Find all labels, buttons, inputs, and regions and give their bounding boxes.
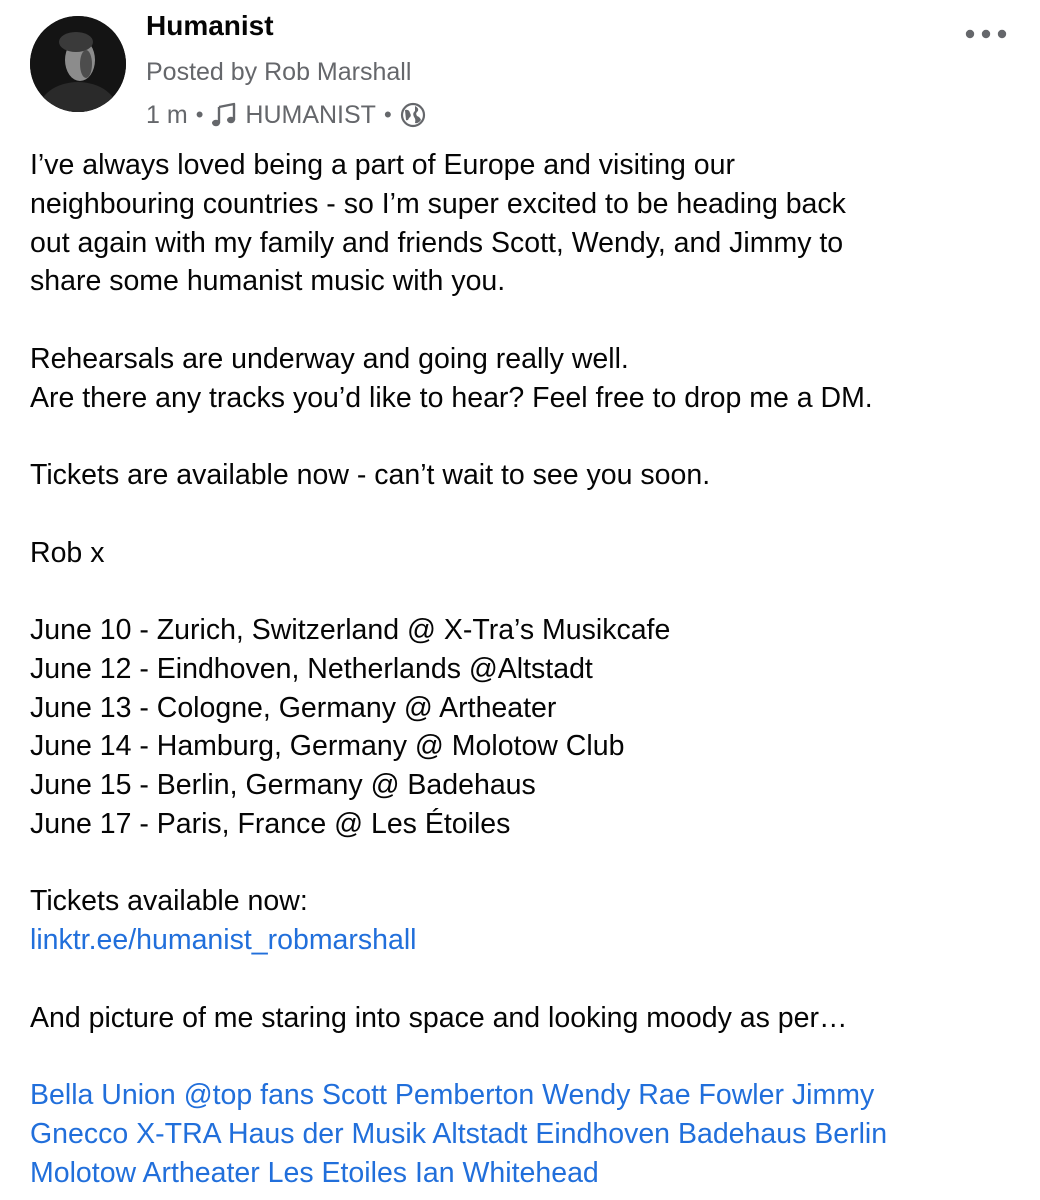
profile-photo <box>30 16 126 112</box>
tag-line: Gnecco X-TRA Haus der Musik Altstadt Ein… <box>30 1115 1030 1154</box>
tag-line: Bella Union @top fans Scott Pemberton We… <box>30 1076 1030 1115</box>
post-meta: 1 m • HUMANIST • <box>146 99 426 131</box>
text-line: neighbouring countries - so I’m super ex… <box>30 187 846 220</box>
tag-line: Molotow Artheater Les Etoiles Ian Whiteh… <box>30 1154 1030 1193</box>
avatar[interactable] <box>30 16 126 112</box>
meta-separator: • <box>195 102 204 127</box>
picture-note: And picture of me staring into space and… <box>30 1001 848 1034</box>
tag-link[interactable]: Jimmy <box>792 1079 874 1111</box>
tour-date: June 13 - Cologne, Germany @ Artheater <box>30 691 557 724</box>
rehearsals-paragraph: Rehearsals are underway and going really… <box>30 340 1030 418</box>
more-dots-icon <box>965 29 1007 39</box>
tickets-label: Tickets available now: <box>30 885 308 918</box>
tag-link[interactable]: X-TRA Haus der Musik <box>136 1118 426 1150</box>
tour-date: June 14 - Hamburg, Germany @ Molotow Clu… <box>30 730 625 763</box>
tag-link[interactable]: Badehaus Berlin <box>678 1118 887 1150</box>
post-time[interactable]: 1 m <box>146 101 188 130</box>
page-name[interactable]: Humanist <box>146 10 274 42</box>
tour-date: June 10 - Zurich, Switzerland @ X-Tra’s … <box>30 614 671 646</box>
tag-list: Bella Union @top fans Scott Pemberton We… <box>30 1076 1030 1192</box>
tag-link[interactable]: Scott Pemberton <box>322 1079 534 1111</box>
text-line: Rehearsals are underway and going really… <box>30 342 629 375</box>
tag-link[interactable]: Gnecco <box>30 1118 128 1150</box>
text-line: out again with my family and friends Sco… <box>30 226 844 259</box>
intro-paragraph: I’ve always loved being a part of Europe… <box>30 146 1030 301</box>
globe-icon[interactable] <box>400 102 426 128</box>
post-body: I’ve always loved being a part of Europe… <box>30 146 1030 1192</box>
tour-date: June 12 - Eindhoven, Netherlands @Altsta… <box>30 652 593 685</box>
text-line: share some humanist music with you. <box>30 265 506 298</box>
tag-link[interactable]: Les Etoiles <box>268 1157 407 1189</box>
tag-link[interactable]: Molotow <box>30 1157 136 1189</box>
tag-link[interactable]: Artheater <box>142 1157 259 1189</box>
tag-link[interactable]: @top fans <box>184 1079 314 1111</box>
tag-link[interactable]: Bella Union <box>30 1079 176 1111</box>
tickets-available-text: Tickets are available now - can’t wait t… <box>30 459 711 491</box>
signoff: Rob x <box>30 536 105 569</box>
tag-link[interactable]: Ian Whitehead <box>415 1157 599 1189</box>
tour-dates-list: June 10 - Zurich, Switzerland @ X-Tra’s … <box>30 611 1030 844</box>
post-header: Humanist Posted by Rob Marshall 1 m • HU… <box>0 0 1040 140</box>
posted-by[interactable]: Posted by Rob Marshall <box>146 58 411 87</box>
tag-link[interactable]: Altstadt Eindhoven <box>432 1118 670 1150</box>
more-options-button[interactable] <box>962 22 1010 46</box>
music-note-icon <box>211 102 237 128</box>
tickets-link[interactable]: linktr.ee/humanist_robmarshall <box>30 924 417 956</box>
group-name[interactable]: HUMANIST <box>245 101 376 130</box>
text-line: I’ve always loved being a part of Europe… <box>30 149 735 181</box>
meta-separator: • <box>383 102 392 127</box>
tag-link[interactable]: Wendy Rae Fowler <box>542 1079 784 1111</box>
text-line: Are there any tracks you’d like to hear?… <box>30 381 873 414</box>
tour-date: June 15 - Berlin, Germany @ Badehaus <box>30 769 536 801</box>
tour-date: June 17 - Paris, France @ Les Étoiles <box>30 807 511 840</box>
